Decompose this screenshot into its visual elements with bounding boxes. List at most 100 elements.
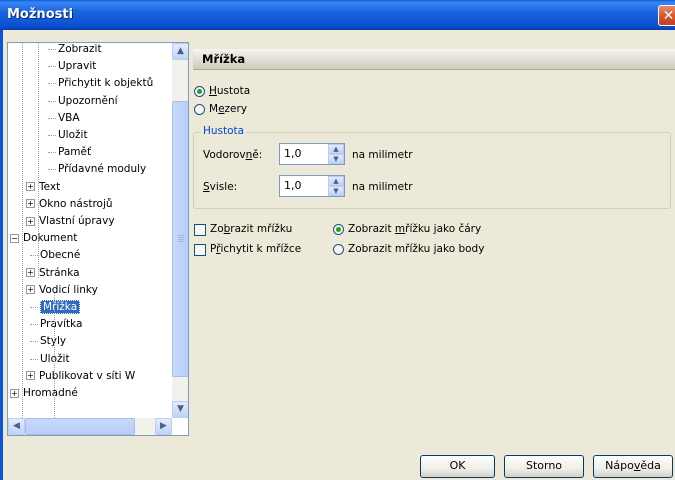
tree-guide-line — [38, 43, 39, 278]
groupbox-title: Hustota — [201, 125, 247, 137]
expand-icon[interactable]: + — [26, 371, 35, 381]
tree-connector — [30, 307, 38, 308]
tree-item[interactable]: Obecné — [30, 247, 81, 264]
tree-guide-line — [54, 293, 55, 418]
tree-item-label: Přichytit k objektů — [58, 77, 154, 90]
grid-as-lines-radio[interactable] — [333, 224, 344, 235]
tree-connector — [48, 169, 56, 171]
spacing-label[interactable]: Mezery — [209, 103, 247, 115]
tree-item-label: Upozornění — [58, 94, 118, 107]
tree-item[interactable]: Přichytit k objektů — [48, 75, 154, 92]
grid-as-lines-label[interactable]: Zobrazit mřížku jako čáry — [348, 223, 481, 235]
show-grid-checkbox[interactable] — [194, 224, 206, 236]
tree-connector — [30, 255, 38, 257]
tree-item[interactable]: Pravítka — [30, 316, 82, 333]
scroll-right-icon[interactable]: ▶ — [155, 418, 172, 435]
window-frame-left — [0, 30, 3, 480]
show-grid-label[interactable]: Zobrazit mřížku — [210, 223, 292, 235]
tree-connector — [30, 324, 38, 326]
tree-connector — [48, 49, 56, 50]
collapse-icon[interactable]: − — [10, 233, 19, 243]
tree-item-label: Zobrazit — [58, 43, 102, 55]
window-title: Možnosti — [7, 7, 74, 22]
tree-item[interactable]: Zobrazit — [48, 43, 102, 58]
tree-item[interactable]: − Dokument — [10, 230, 77, 247]
tree-item-label: Hromadné — [23, 387, 78, 399]
panel-header: Mřížka — [193, 49, 675, 70]
tree-item[interactable]: Uložit — [48, 127, 88, 144]
page-title: Mřížka — [202, 52, 246, 66]
expand-icon[interactable]: + — [10, 388, 19, 398]
density-groupbox — [193, 132, 671, 209]
tree-item-label: Vlastní úpravy — [39, 215, 115, 227]
tree-item[interactable]: + Publikovat v síti W — [26, 368, 135, 385]
vertical-spinbox[interactable]: 1,0 ▲ ▼ — [279, 175, 345, 197]
expand-icon[interactable]: + — [26, 199, 35, 209]
tree-connector — [48, 152, 56, 154]
cancel-button[interactable]: Storno — [504, 455, 584, 478]
tree-connector — [48, 135, 56, 136]
expand-icon[interactable]: + — [26, 182, 35, 192]
grip-icon — [178, 235, 184, 243]
tree-horizontal-scrollbar[interactable]: ◀ ▶ — [8, 418, 172, 435]
close-icon[interactable]: ✕ — [658, 5, 675, 26]
tree-item[interactable]: Paměť — [48, 144, 92, 161]
density-radio[interactable] — [194, 86, 205, 97]
tree-item[interactable]: + Vodicí linky — [26, 282, 98, 299]
tree-item-label: Obecné — [40, 249, 81, 262]
hscroll-thumb[interactable] — [25, 418, 135, 435]
vertical-value[interactable]: 1,0 — [284, 179, 302, 192]
spacing-radio[interactable] — [194, 104, 205, 115]
tree-connector — [48, 100, 56, 102]
tree-guide-line — [22, 43, 23, 418]
tree-item[interactable]: + Vlastní úpravy — [26, 213, 115, 230]
tree-item[interactable]: + Hromadné — [10, 385, 78, 402]
grid-as-dots-radio[interactable] — [333, 244, 344, 255]
tree-item[interactable]: VBA — [48, 110, 80, 127]
tree-item-label: Přídavné moduly — [58, 163, 147, 176]
tree-connector — [30, 341, 38, 343]
scroll-left-icon[interactable]: ◀ — [8, 418, 25, 435]
scroll-up-icon[interactable]: ▲ — [172, 43, 188, 60]
horizontal-label: Vodorovně: — [203, 149, 263, 161]
tree-item-label: Mřížka — [38, 299, 82, 315]
expand-icon[interactable]: + — [26, 285, 35, 295]
spin-down-icon[interactable]: ▼ — [328, 154, 344, 164]
tree-item[interactable]: + Text — [26, 179, 60, 196]
vertical-unit: na milimetr — [352, 181, 413, 193]
tree-connector — [48, 117, 56, 119]
tree-item[interactable]: + Stránka — [26, 265, 80, 282]
tree-connector — [48, 66, 56, 68]
spin-down-icon[interactable]: ▼ — [328, 186, 344, 196]
snap-grid-checkbox[interactable] — [194, 244, 206, 256]
ok-button[interactable]: OK — [420, 455, 495, 478]
tree-vertical-scrollbar[interactable]: ▲ ▼ — [172, 43, 188, 418]
tree-connector — [48, 83, 56, 85]
spin-up-icon[interactable]: ▲ — [328, 176, 344, 186]
scroll-thumb[interactable] — [172, 101, 188, 377]
tree-item-label: Dokument — [23, 232, 78, 245]
tree-item[interactable]: Upravit — [48, 58, 97, 75]
tree-item-label: Okno nástrojů — [39, 197, 113, 210]
tree-item-label: Uložit — [58, 129, 88, 141]
density-label[interactable]: Hustota — [209, 85, 250, 97]
tree-item-label: Upravit — [58, 60, 97, 73]
tree-item[interactable]: Přídavné moduly — [48, 161, 147, 178]
expand-icon[interactable]: + — [26, 268, 35, 278]
help-button[interactable]: Nápověda — [593, 455, 673, 478]
tree-item-label: Text — [39, 180, 61, 193]
tree-item[interactable]: Upozornění — [48, 93, 118, 110]
horizontal-value[interactable]: 1,0 — [284, 147, 302, 160]
tree-item[interactable]: Mřížka — [30, 299, 82, 316]
scroll-down-icon[interactable]: ▼ — [172, 401, 188, 418]
expand-icon[interactable]: + — [26, 216, 35, 226]
tree-connector — [30, 358, 38, 360]
tree-item-label: VBA — [58, 111, 80, 124]
spin-up-icon[interactable]: ▲ — [328, 144, 344, 154]
tree-item-label: Paměť — [58, 146, 92, 159]
title-bar: Možnosti ✕ — [0, 0, 675, 30]
tree-item-label: Stránka — [39, 266, 80, 279]
horizontal-spinbox[interactable]: 1,0 ▲ ▼ — [279, 143, 345, 165]
grid-as-dots-label[interactable]: Zobrazit mřížku jako body — [348, 243, 484, 255]
snap-grid-label[interactable]: Přichytit k mřížce — [210, 243, 301, 255]
